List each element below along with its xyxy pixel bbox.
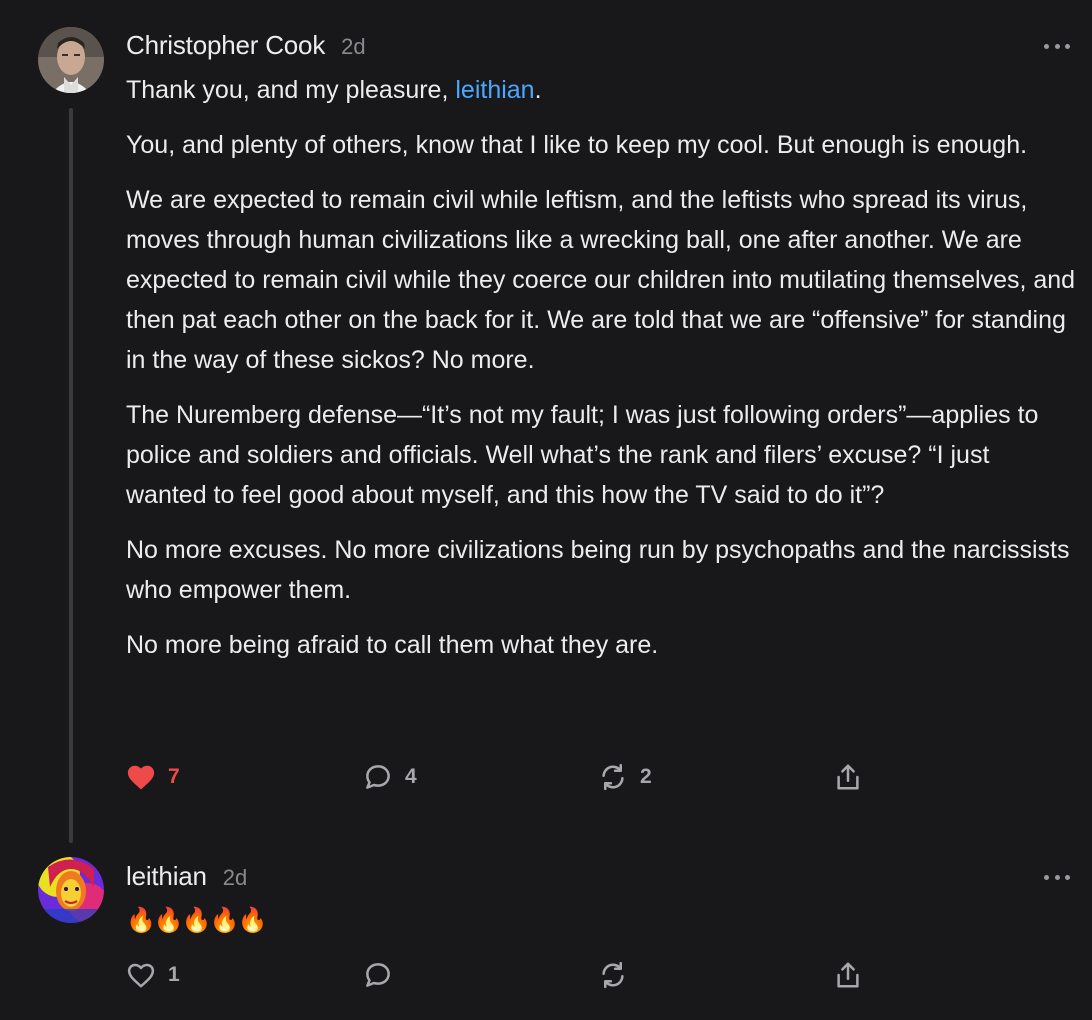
mention-link[interactable]: leithian [455,76,534,104]
comment-header: leithian 2d [126,861,247,892]
author-name[interactable]: leithian [126,861,207,892]
more-dots-icon[interactable] [1044,871,1070,883]
comment-paragraph: No more being afraid to call them what t… [126,631,659,659]
author-avatar[interactable] [38,857,104,923]
comment-intro: Thank you, and my pleasure, leithian. [126,70,1076,110]
like-count: 7 [168,765,180,788]
comment-timestamp[interactable]: 2d [341,34,365,60]
more-dots-icon[interactable] [1044,40,1070,52]
intro-end-text: . [534,76,542,104]
speech-bubble-icon [366,765,390,789]
comment-leithian: leithian 2d 🔥🔥🔥🔥🔥 1 [0,845,1092,1020]
heart-icon [127,765,155,790]
like-button[interactable]: 1 [126,955,180,995]
thread-line [69,108,73,843]
reply-count: 4 [405,765,417,788]
comment-christopher-cook: Christopher Cook 2d Thank you, and my pl… [0,0,1092,845]
share-icon [837,764,859,790]
like-button[interactable]: 7 [126,757,180,797]
author-avatar[interactable] [38,27,104,93]
author-name[interactable]: Christopher Cook [126,30,325,61]
comment-timestamp[interactable]: 2d [223,865,247,891]
speech-bubble-icon [366,963,390,987]
restack-arrows-icon [602,961,624,989]
restack-button[interactable]: 2 [598,757,652,797]
share-button[interactable] [833,757,863,797]
share-button[interactable] [833,955,863,995]
intro-text: Thank you, and my pleasure, [126,76,456,104]
heart-icon [127,963,155,988]
restack-arrows-icon [602,763,624,791]
restack-count: 2 [640,765,652,788]
share-icon [837,962,859,988]
comment-paragraph: You, and plenty of others, know that I l… [126,131,1028,159]
avatar-photo-icon [38,27,104,93]
comment-paragraph: We are expected to remain civil while le… [126,186,1076,374]
comment-header: Christopher Cook 2d [126,30,366,61]
comment-paragraph: The Nuremberg defense—“It’s not my fault… [126,401,1039,509]
comment-body: 🔥🔥🔥🔥🔥 [126,907,267,934]
restack-button[interactable] [598,955,628,995]
like-count: 1 [168,963,180,986]
reply-button[interactable]: 4 [363,757,417,797]
reply-button[interactable] [363,955,393,995]
comment-body: Thank you, and my pleasure, leithian. Yo… [126,70,1076,680]
comment-thread: Christopher Cook 2d Thank you, and my pl… [0,0,1092,1020]
comment-paragraph: No more excuses. No more civilizations b… [126,536,1070,604]
avatar-photo-icon [38,857,104,923]
